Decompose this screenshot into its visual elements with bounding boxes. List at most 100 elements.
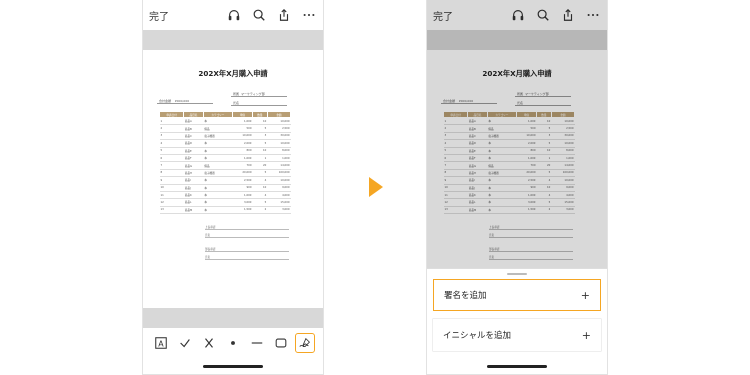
table-cell: 6 [159,154,184,163]
table-cell: 商品C [183,132,204,141]
search-icon[interactable] [535,7,551,23]
cross-tool[interactable] [199,333,219,353]
table-row: 8 商品H 電子機器 20,000 5 100,000 [443,169,575,178]
table-row: 1 商品A 本 1,000 10 10,000 [159,117,291,126]
table-cell: 10 [252,184,268,192]
done-button[interactable]: 完了 [433,8,453,23]
table-cell: 商品M [467,206,488,215]
table-cell: 商品B [183,124,204,133]
table-cell: 商品C [467,132,488,141]
table-cell: 2,500 [267,124,291,133]
table-cell: 商品J [467,184,488,192]
table-cell: 5 [252,139,268,148]
table-cell: 5 [536,198,552,207]
table-cell: 2 [159,124,184,133]
table-cell: 商品B [467,124,488,133]
signature-pen-icon [299,337,310,347]
table-cell: 1,000 [267,154,291,163]
table-cell: 1,000 [551,154,575,163]
table-cell: 2,000 [516,139,537,148]
table-cell: 備品 [203,124,233,133]
table-cell: 3,000 [267,206,291,215]
add-initials-option[interactable]: イニシャルを追加 + [433,319,601,351]
table-cell: 備品 [203,161,233,170]
table-cell: 10,000 [232,132,253,141]
more-icon[interactable] [301,7,317,23]
table-cell: 12 [159,198,184,207]
headphones-icon[interactable] [510,7,526,23]
table-cell: 10,000 [551,139,575,148]
sheet-grabber[interactable] [507,273,527,275]
table-cell: 9 [443,176,468,185]
share-icon[interactable] [560,7,576,23]
table-cell: 本 [487,191,517,200]
cross-icon [205,338,213,348]
table-cell: 20,000 [232,169,253,178]
table-cell: 15,000 [267,198,291,207]
approval-block-2: 部長承認 氏名 [489,244,573,260]
table-cell: 5 [536,139,552,148]
table-cell: 800 [232,147,253,155]
purchase-table: 申請日付 品目名 カテゴリー 単価 数量 金額 1 商品A 本 1,000 10 10,0… [158,111,292,215]
table-cell: 5 [443,147,468,155]
table-cell: 10,000 [267,117,291,126]
table-cell: 10,000 [267,176,291,185]
table-cell: 10,000 [267,139,291,148]
line-tool[interactable] [247,333,267,353]
table-cell: 商品F [183,154,204,163]
table-cell: 2 [443,124,468,133]
table-row: 4 商品D 本 2,000 5 10,000 [443,139,575,148]
table-cell: 商品I [183,176,204,185]
table-cell: 4 [443,139,468,148]
table-cell: 商品J [183,184,204,192]
done-button[interactable]: 完了 [149,8,169,23]
line-icon [251,342,263,344]
table-row: 11 商品K 本 1,000 4 4,000 [159,191,291,200]
table-cell: 電子機器 [487,132,517,141]
table-cell: 3 [443,132,468,141]
text-box-icon: A [155,337,167,349]
table-cell: 14,000 [551,161,575,170]
table-cell: 商品E [467,147,488,155]
table-row: 13 商品M 本 1,500 2 3,000 [443,206,575,215]
table-cell: 4,000 [551,191,575,200]
signature-tool[interactable] [295,333,315,353]
table-cell: 900 [516,184,537,192]
table-cell: 商品E [183,147,204,155]
table-cell: 4,000 [267,191,291,200]
table-cell: 3,000 [232,198,253,207]
table-cell: 6 [443,154,468,163]
gray-band-bottom [143,308,323,328]
table-cell: 商品I [467,176,488,185]
table-row: 5 商品E 本 800 10 8,000 [443,147,575,155]
add-signature-option[interactable]: 署名を追加 + [433,279,601,311]
table-cell: 本 [487,154,517,163]
table-cell: 10 [536,184,552,192]
table-cell: 1,500 [516,206,537,215]
table-cell: 備品 [487,161,517,170]
table-cell: 3 [536,132,552,141]
phone-before: 完了 202X年X月購入申請 所属 マーケティング部 合計金額 ¥000,000… [142,0,324,375]
table-cell: 20,000 [516,169,537,178]
table-cell: 商品D [183,139,204,148]
share-icon[interactable] [276,7,292,23]
more-icon[interactable] [585,7,601,23]
add-signature-label: 署名を追加 [444,291,487,301]
table-row: 10 商品J 本 900 10 9,000 [159,184,291,192]
table-cell: 本 [487,206,517,215]
table-cell: 5 [159,147,184,155]
rectangle-tool[interactable] [271,333,291,353]
top-bar: 完了 [143,0,323,30]
table-cell: 2 [536,206,552,215]
table-cell: 2,500 [551,124,575,133]
text-box-tool[interactable]: A [151,333,171,353]
table-cell: 商品G [467,161,488,170]
dot-tool[interactable] [223,333,243,353]
headphones-icon[interactable] [226,7,242,23]
table-cell: 1 [252,154,268,163]
checkmark-tool[interactable] [175,333,195,353]
table-row: 7 商品G 備品 700 20 14,000 [159,161,291,170]
table-row: 2 商品B 備品 500 5 2,500 [443,124,575,133]
search-icon[interactable] [251,7,267,23]
table-cell: 本 [203,191,233,200]
